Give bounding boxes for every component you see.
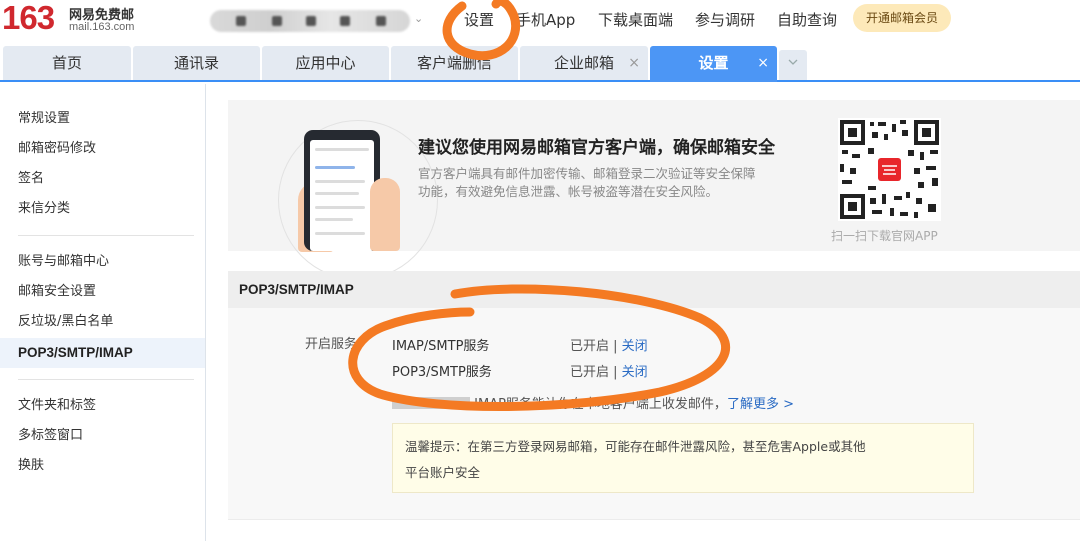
topnav-survey[interactable]: 参与调研 [695,9,755,30]
tab-label: 设置 [698,54,729,72]
topnav-self-service[interactable]: 自助查询 [777,9,837,30]
sidebar-item-mail-filter[interactable]: 来信分类 [0,194,205,224]
phone-illustration [304,130,380,251]
sidebar-item-skin[interactable]: 换肤 [0,451,205,481]
banner-title: 建议您使用网易邮箱官方客户端，确保邮箱安全 [418,138,775,158]
sidebar-item-antispam[interactable]: 反垃圾/黑白名单 [0,307,205,337]
pop3-close-link[interactable]: 关闭 [622,365,648,380]
sidebar-divider [18,235,194,236]
section-title: POP3/SMTP/IMAP [228,271,1080,308]
sidebar-divider [18,379,194,380]
status-separator: | [609,339,622,354]
enable-service-label: 开启服务 [305,337,358,352]
tab-home[interactable]: 首页 [3,46,131,80]
logo-number[interactable]: 163 [2,0,55,36]
tab-label: 首页 [51,54,82,72]
qr-caption: 扫一扫下载官网APP [831,229,938,243]
chevron-down-icon[interactable] [779,50,807,80]
account-name-redacted[interactable] [210,10,410,32]
tab-bar: 首页 通讯录 应用中心 客户端删信 企业邮箱 × 设置 × [0,46,1080,82]
pop3-service-status: 已开启 | 关闭 [570,361,648,380]
banner-description: 官方客户端具有邮件加密传输、邮箱登录二次验证等安全保障功能，有效避免信息泄露、帐… [418,166,756,199]
sidebar-item-security[interactable]: 邮箱安全设置 [0,277,205,307]
sidebar-item-general[interactable]: 常规设置 [0,104,205,134]
note-occluded [392,397,470,409]
imap-note: IMAP服务能让你在本地客户端上收发邮件，了解更多 > [392,393,794,412]
tip-line: 温馨提示：在第三方登录网易邮箱，可能存在邮件泄露风险，甚至危害Apple或其他 [405,439,866,454]
imap-note-text: IMAP服务能让你在本地客户端上收发邮件， [474,397,727,412]
tab-label: 客户端删信 [416,54,492,72]
status-text: 已开启 [570,365,610,380]
sidebar-item-password[interactable]: 邮箱密码修改 [0,134,205,164]
tab-enterprise-mail[interactable]: 企业邮箱 × [520,46,648,80]
account-caret-icon[interactable]: ⌄ [414,12,423,25]
tab-label: 应用中心 [295,54,356,72]
section-body: 开启服务 IMAP/SMTP服务 已开启 | 关闭 POP3/SMTP服务 已开… [228,308,1080,520]
status-separator: | [609,365,622,380]
hand-illustration [370,178,400,251]
tab-client-delete[interactable]: 客户端删信 [391,46,518,80]
tab-app-center[interactable]: 应用中心 [262,46,389,80]
tab-label: 企业邮箱 [553,54,614,72]
topnav-desktop-client[interactable]: 下载桌面端 [598,9,673,30]
vip-button[interactable]: 开通邮箱会员 [853,4,951,32]
sidebar-item-multi-tab[interactable]: 多标签窗口 [0,421,205,451]
tip-line: 平台账户安全 [405,465,481,480]
top-bar: 163 网易免费邮 mail.163.com ⌄ 设置 手机App 下载桌面端 … [0,0,1080,40]
sidebar-item-signature[interactable]: 签名 [0,164,205,194]
imap-service-status: 已开启 | 关闭 [570,335,648,354]
topnav-settings[interactable]: 设置 [464,9,494,30]
sidebar-item-pop3-smtp-imap[interactable]: POP3/SMTP/IMAP [0,338,205,368]
client-promo-banner: 建议您使用网易邮箱官方客户端，确保邮箱安全 官方客户端具有邮件加密传输、邮箱登录… [228,100,1080,280]
imap-close-link[interactable]: 关闭 [622,339,648,354]
tab-settings[interactable]: 设置 × [650,46,777,82]
close-icon[interactable]: × [628,46,640,80]
topnav-mobile-app[interactable]: 手机App [516,9,575,30]
close-icon[interactable]: × [757,46,769,80]
sidebar-item-folders-tags[interactable]: 文件夹和标签 [0,391,205,421]
qr-code [838,118,941,221]
sidebar-item-account-center[interactable]: 账号与邮箱中心 [0,247,205,277]
pop3-service-name: POP3/SMTP服务 [392,365,492,380]
logo-domain[interactable]: mail.163.com [69,21,134,33]
tab-label: 通讯录 [173,54,219,72]
imap-service-name: IMAP/SMTP服务 [392,339,490,354]
learn-more-link[interactable]: 了解更多 > [727,397,794,412]
tab-contacts[interactable]: 通讯录 [133,46,260,80]
settings-sidebar: 常规设置 邮箱密码修改 签名 来信分类 账号与邮箱中心 邮箱安全设置 反垃圾/黑… [0,84,206,541]
status-text: 已开启 [570,339,610,354]
warning-tip-box: 温馨提示：在第三方登录网易邮箱，可能存在邮件泄露风险，甚至危害Apple或其他 … [392,423,974,493]
